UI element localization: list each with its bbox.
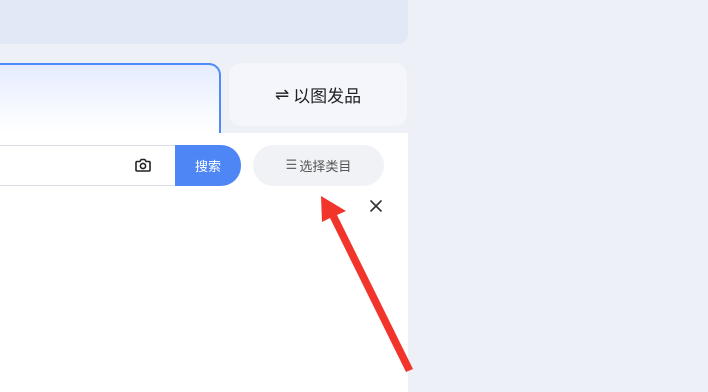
list-icon: ☰	[285, 158, 298, 173]
camera-icon[interactable]	[134, 156, 152, 174]
search-button-label: 搜索	[194, 160, 221, 175]
page-background	[408, 0, 708, 392]
tab-image-publish-label: 以图发品	[293, 87, 362, 107]
tab-active[interactable]	[0, 63, 221, 133]
search-button[interactable]: 搜索	[175, 145, 241, 186]
close-icon[interactable]	[368, 198, 384, 214]
search-box[interactable]	[0, 145, 198, 186]
search-input[interactable]	[3, 154, 107, 180]
category-button-label: 选择类目	[299, 160, 352, 175]
category-button[interactable]: ☰ 选择类目	[253, 145, 384, 186]
tab-image-publish[interactable]: ⇌ 以图发品	[229, 63, 407, 126]
swap-icon: ⇌	[274, 84, 290, 105]
top-banner	[0, 0, 408, 44]
